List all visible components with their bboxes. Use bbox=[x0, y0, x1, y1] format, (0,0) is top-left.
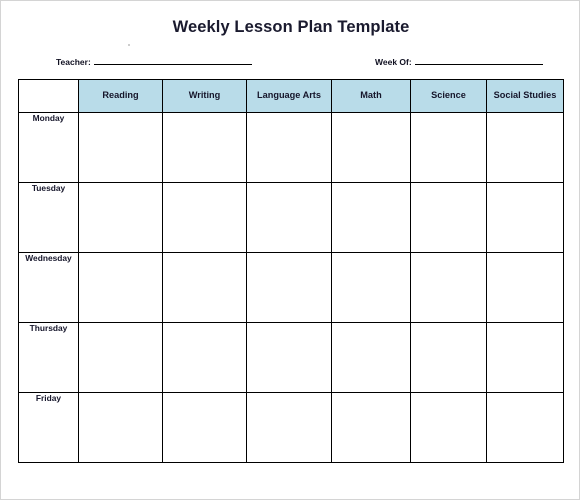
entry-cell[interactable] bbox=[246, 322, 332, 393]
day-label-friday: Friday bbox=[18, 392, 79, 463]
table-header-row: Reading Writing Language Arts Math Scien… bbox=[18, 79, 564, 113]
day-label-thursday: Thursday bbox=[18, 322, 79, 393]
week-of-label: Week Of: bbox=[375, 57, 412, 67]
entry-cell[interactable] bbox=[410, 112, 487, 183]
page-title: Weekly Lesson Plan Template bbox=[172, 18, 410, 36]
entry-cell[interactable] bbox=[486, 252, 564, 323]
entry-cell[interactable] bbox=[162, 392, 247, 463]
entry-cell[interactable] bbox=[331, 112, 411, 183]
teacher-label: Teacher: bbox=[56, 57, 91, 67]
entry-cell[interactable] bbox=[410, 322, 487, 393]
weekly-lesson-plan-table: Reading Writing Language Arts Math Scien… bbox=[18, 79, 564, 463]
entry-cell[interactable] bbox=[331, 392, 411, 463]
entry-cell[interactable] bbox=[78, 182, 163, 253]
day-label-tuesday: Tuesday bbox=[18, 182, 79, 253]
table-row: Thursday bbox=[18, 322, 564, 393]
entry-cell[interactable] bbox=[162, 112, 247, 183]
table-row: Friday bbox=[18, 392, 564, 463]
day-label-monday: Monday bbox=[18, 112, 79, 183]
entry-cell[interactable] bbox=[162, 322, 247, 393]
lesson-plan-page: Weekly Lesson Plan Template Teacher: Wee… bbox=[0, 0, 580, 500]
column-header-writing: Writing bbox=[162, 79, 247, 113]
column-header-language-arts: Language Arts bbox=[246, 79, 332, 113]
entry-cell[interactable] bbox=[331, 182, 411, 253]
day-label-wednesday: Wednesday bbox=[18, 252, 79, 323]
entry-cell[interactable] bbox=[486, 182, 564, 253]
entry-cell[interactable] bbox=[486, 392, 564, 463]
entry-cell[interactable] bbox=[331, 322, 411, 393]
entry-cell[interactable] bbox=[246, 112, 332, 183]
scan-speck-artifact bbox=[128, 44, 130, 46]
entry-cell[interactable] bbox=[246, 182, 332, 253]
table-row: Monday bbox=[18, 112, 564, 183]
entry-cell[interactable] bbox=[486, 322, 564, 393]
table-row: Tuesday bbox=[18, 182, 564, 253]
table-corner-cell bbox=[18, 79, 79, 113]
entry-cell[interactable] bbox=[331, 252, 411, 323]
table-row: Wednesday bbox=[18, 252, 564, 323]
week-of-field-group: Week Of: bbox=[375, 55, 543, 69]
column-header-reading: Reading bbox=[78, 79, 163, 113]
column-header-math: Math bbox=[331, 79, 411, 113]
entry-cell[interactable] bbox=[162, 182, 247, 253]
entry-cell[interactable] bbox=[78, 392, 163, 463]
entry-cell[interactable] bbox=[78, 322, 163, 393]
entry-cell[interactable] bbox=[78, 112, 163, 183]
entry-cell[interactable] bbox=[246, 252, 332, 323]
entry-cell[interactable] bbox=[410, 182, 487, 253]
entry-cell[interactable] bbox=[486, 112, 564, 183]
week-of-input-line[interactable] bbox=[414, 55, 543, 65]
entry-cell[interactable] bbox=[78, 252, 163, 323]
column-header-social-studies: Social Studies bbox=[486, 79, 564, 113]
entry-cell[interactable] bbox=[246, 392, 332, 463]
entry-cell[interactable] bbox=[410, 392, 487, 463]
entry-cell[interactable] bbox=[162, 252, 247, 323]
teacher-input-line[interactable] bbox=[93, 55, 252, 65]
column-header-science: Science bbox=[410, 79, 487, 113]
entry-cell[interactable] bbox=[410, 252, 487, 323]
teacher-field-group: Teacher: bbox=[56, 55, 252, 69]
